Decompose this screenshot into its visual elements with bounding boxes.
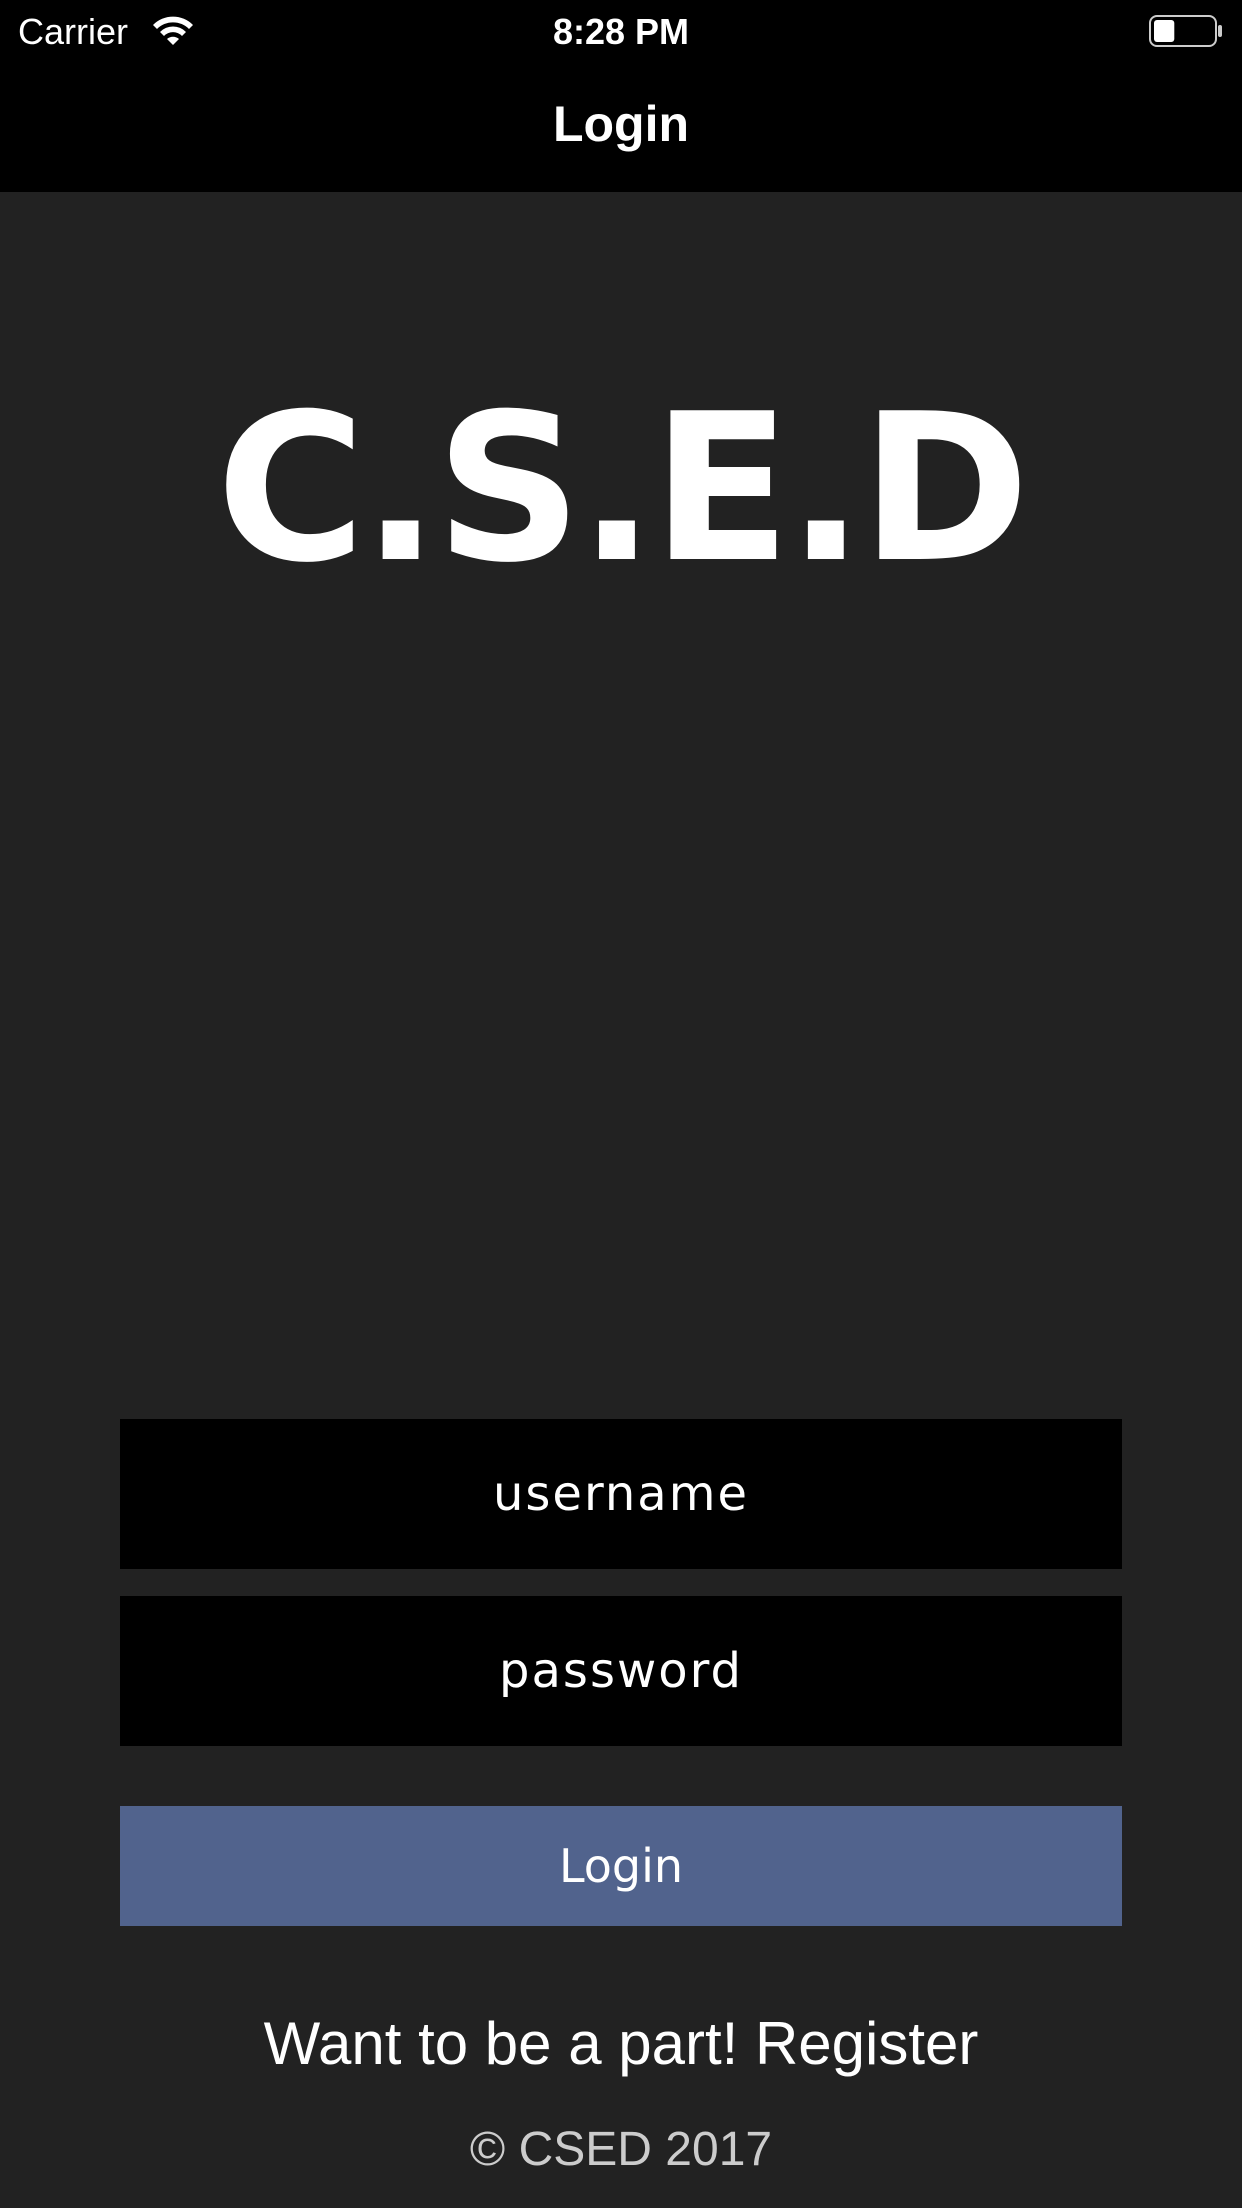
app-logo: C.S.E.D: [216, 371, 1030, 608]
battery-icon: [1149, 15, 1222, 47]
copyright-text: © CSED 2017: [469, 2123, 773, 2176]
status-bar: Carrier 8:28 PM: [0, 0, 1242, 62]
register-link[interactable]: Want to be a part! Register: [0, 2006, 1242, 2082]
nav-title: Login: [552, 96, 690, 152]
navigation-bar: Login: [0, 62, 1242, 192]
username-input[interactable]: [120, 1419, 1122, 1569]
login-button[interactable]: Login: [120, 1806, 1122, 1926]
password-input[interactable]: [120, 1596, 1122, 1746]
status-time: 8:28 PM: [552, 11, 690, 52]
